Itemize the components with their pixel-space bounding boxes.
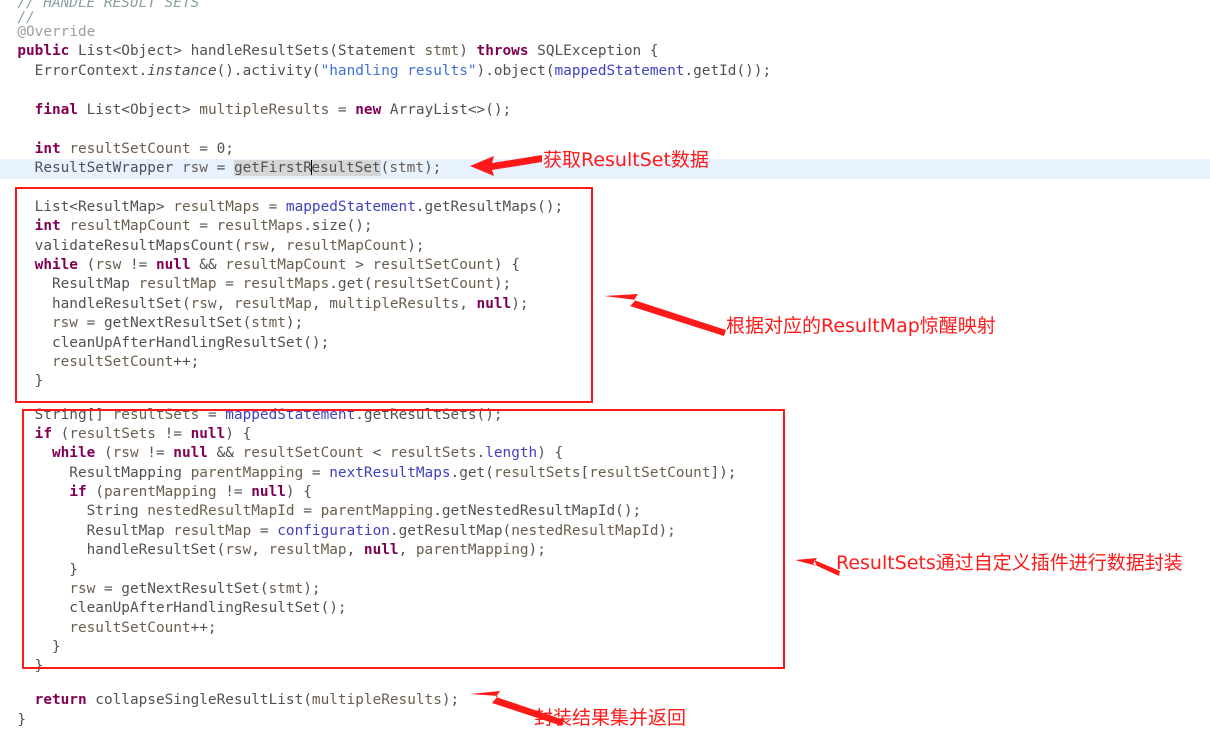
code-line: List<ResultMap> resultMaps = mappedState… bbox=[0, 199, 564, 215]
code-line: resultSetCount++; bbox=[69, 620, 217, 636]
code-editor-canvas[interactable]: // HANDLE RESULT SETS // @Override publi… bbox=[0, 0, 1210, 751]
code-line: @Override bbox=[0, 24, 96, 40]
label-collapse-return: 封装结果集并返回 bbox=[534, 707, 687, 729]
code-line: ResultMap resultMap = configuration.getR… bbox=[0, 523, 676, 539]
code-line: String[] resultSets = mappedStatement.ge… bbox=[0, 407, 503, 423]
label-resultmap-map: 根据对应的ResultMap惊醒映射 bbox=[726, 315, 996, 337]
code-line: String nestedResultMapId = parentMapping… bbox=[0, 503, 642, 519]
text-caret bbox=[311, 160, 313, 175]
code-line: resultSetCount++; bbox=[51, 354, 200, 370]
code-line: validateResultMapsCount(rsw, resultMapCo… bbox=[0, 238, 425, 254]
code-line: } bbox=[0, 658, 44, 674]
code-line: final List<Object> multipleResults = new… bbox=[34, 102, 512, 118]
code-line: } bbox=[0, 639, 61, 655]
code-line: ErrorContext.instance().activity("handli… bbox=[0, 63, 772, 79]
label-get-resultset: 获取ResultSet数据 bbox=[543, 149, 709, 171]
code-line: public List<Object> handleResultSets(Sta… bbox=[17, 43, 659, 59]
code-line: ResultMapping parentMapping = nextResult… bbox=[0, 465, 737, 481]
occurrence-highlight: getFirstResultSet bbox=[233, 160, 381, 176]
code-line: if (parentMapping != null) { bbox=[69, 484, 312, 500]
code-line: while (rsw != null && resultMapCount > r… bbox=[34, 257, 520, 273]
code-line: if (resultSets != null) { bbox=[34, 426, 252, 442]
code-line: int resultMapCount = resultMaps.size(); bbox=[34, 218, 373, 234]
arrow-to-resultsets-loop bbox=[795, 556, 841, 580]
label-resultsets-plugin: ResultSets通过自定义插件进行数据封装 bbox=[836, 552, 1183, 574]
code-line: cleanUpAfterHandlingResultSet(); bbox=[0, 600, 347, 616]
code-line: while (rsw != null && resultSetCount < r… bbox=[51, 445, 564, 461]
arrow-to-resultmap-loop bbox=[604, 292, 734, 340]
code-line: rsw = getNextResultSet(stmt); bbox=[69, 581, 321, 597]
code-line: } bbox=[0, 373, 44, 389]
